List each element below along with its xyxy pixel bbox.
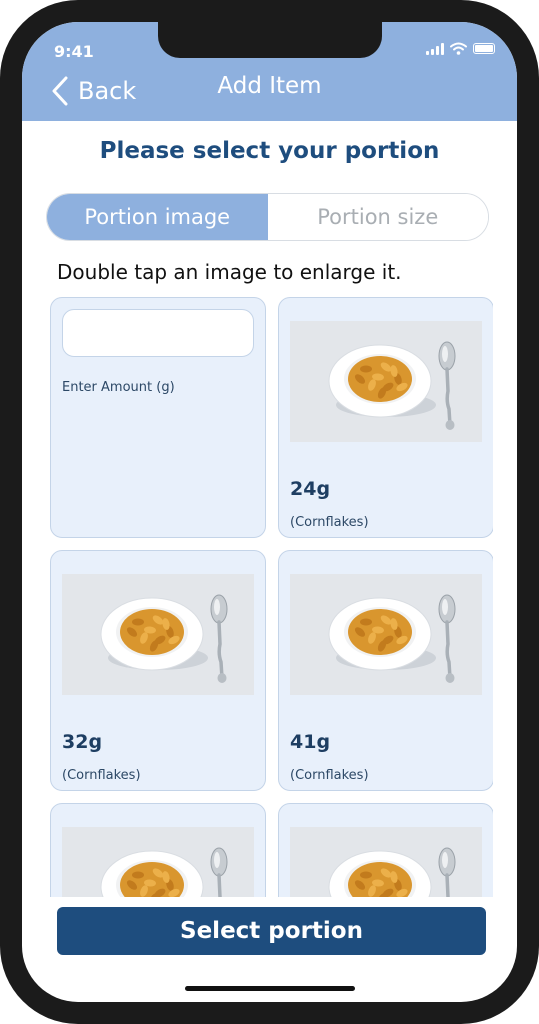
portion-card[interactable]	[50, 803, 266, 897]
portion-weight: 24g	[290, 478, 331, 500]
portion-photo[interactable]	[62, 827, 254, 897]
portion-card[interactable]: 24g (Cornflakes)	[278, 297, 493, 538]
portion-card[interactable]: 41g (Cornflakes)	[278, 550, 493, 791]
portion-card[interactable]	[278, 803, 493, 897]
status-time: 9:41	[54, 42, 94, 61]
cereal-bowl-image	[290, 321, 482, 442]
cereal-bowl-image	[62, 827, 254, 897]
wifi-icon	[450, 42, 467, 55]
portion-weight: 32g	[62, 731, 103, 753]
device-notch	[158, 22, 382, 58]
status-icons	[426, 42, 495, 55]
custom-amount-card: Enter Amount (g)	[50, 297, 266, 538]
portion-card[interactable]: 32g (Cornflakes)	[50, 550, 266, 791]
portion-photo[interactable]	[290, 574, 482, 695]
signal-icon	[426, 42, 444, 55]
portion-food: (Cornflakes)	[62, 768, 141, 783]
app-screen: 9:41 Back Add Item Please select your po…	[22, 22, 517, 1002]
portion-photo[interactable]	[62, 574, 254, 695]
portion-photo[interactable]	[290, 827, 482, 897]
section-heading: Please select your portion	[99, 138, 440, 164]
portion-food: (Cornflakes)	[290, 768, 369, 783]
cereal-bowl-image	[290, 574, 482, 695]
cereal-bowl-image	[62, 574, 254, 695]
instruction-text: Double tap an image to enlarge it.	[57, 260, 402, 284]
portion-weight: 41g	[290, 731, 331, 753]
amount-input[interactable]	[62, 309, 254, 357]
page-title: Add Item	[217, 73, 322, 99]
portion-photo[interactable]	[290, 321, 482, 442]
select-portion-button[interactable]: Select portion	[57, 907, 486, 955]
cereal-bowl-image	[290, 827, 482, 897]
phone-frame: 9:41 Back Add Item Please select your po…	[0, 0, 539, 1024]
portion-mode-tabs: Portion image Portion size	[46, 193, 489, 241]
home-indicator	[185, 986, 355, 991]
tab-portion-size[interactable]: Portion size	[267, 194, 488, 240]
amount-label: Enter Amount (g)	[62, 380, 175, 395]
portion-food: (Cornflakes)	[290, 515, 369, 530]
portion-grid: Enter Amount (g) 24g (Cornflakes) 32g (C…	[50, 297, 493, 897]
battery-icon	[473, 43, 495, 54]
tab-portion-image[interactable]: Portion image	[47, 194, 268, 240]
